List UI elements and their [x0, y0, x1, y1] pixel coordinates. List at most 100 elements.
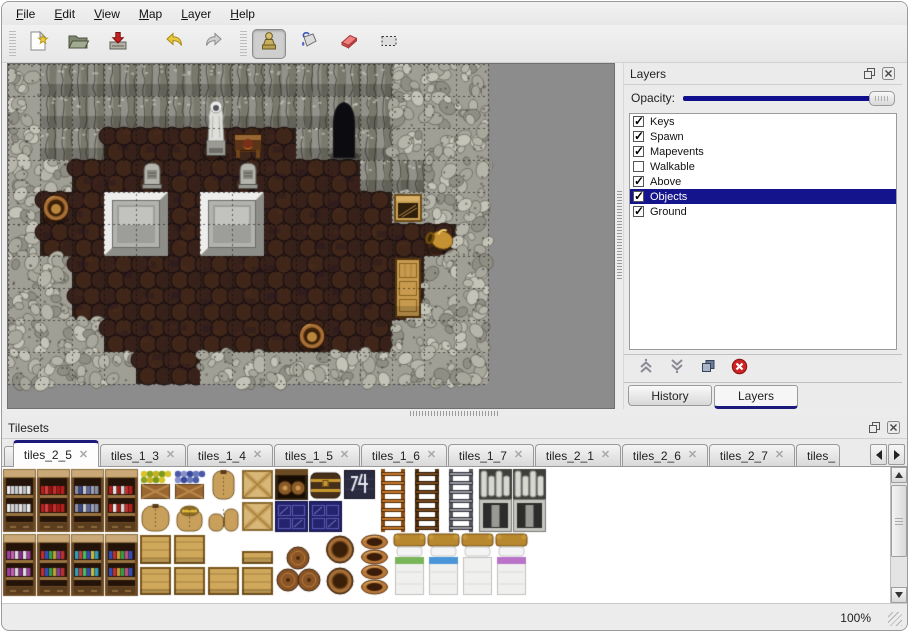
float-icon — [863, 67, 876, 80]
menu-help[interactable]: Help — [225, 5, 260, 23]
splitter-grip — [410, 411, 500, 416]
close-tab-icon[interactable] — [253, 450, 262, 461]
layer-label: Walkable — [650, 161, 695, 173]
opacity-slider-handle[interactable] — [869, 91, 895, 106]
scroll-tabs-right-button[interactable] — [888, 444, 905, 465]
map-view[interactable] — [7, 63, 615, 409]
right-arrow-icon — [894, 450, 900, 460]
layer-row[interactable]: Spawn — [630, 129, 896, 144]
scroll-up-button[interactable] — [891, 467, 907, 483]
fill-tool-button[interactable] — [292, 29, 326, 59]
tab-label: History — [651, 389, 688, 403]
menu-view[interactable]: View — [89, 5, 125, 23]
layer-visibility-checkbox[interactable] — [633, 131, 644, 142]
layer-visibility-checkbox[interactable] — [633, 206, 644, 217]
redo-button[interactable] — [197, 29, 231, 59]
layer-visibility-checkbox[interactable] — [633, 116, 644, 127]
tileset-tab[interactable]: tiles_2_6 — [622, 444, 708, 466]
left-arrow-icon — [876, 450, 882, 460]
close-tab-icon[interactable] — [775, 450, 784, 461]
horizontal-splitter[interactable] — [2, 409, 907, 417]
move-layer-up-button[interactable] — [638, 358, 654, 379]
float-panel-button[interactable] — [867, 421, 882, 435]
close-tab-icon[interactable] — [688, 450, 697, 461]
layer-label: Objects — [650, 191, 687, 203]
layer-label: Spawn — [650, 131, 684, 143]
close-tab-icon[interactable] — [79, 450, 88, 461]
layer-row[interactable]: Walkable — [630, 159, 896, 174]
up-arrow-icon — [895, 472, 903, 478]
menu-layer[interactable]: Layer — [176, 5, 216, 23]
tileset-tab[interactable]: tiles_1_4 — [187, 444, 273, 466]
delete-layer-button[interactable] — [731, 358, 748, 380]
map-canvas[interactable] — [8, 64, 615, 408]
opacity-slider-track[interactable] — [683, 96, 893, 101]
tileset-tab[interactable]: tiles_1_6 — [361, 444, 447, 466]
menu-bar: File Edit View Map Layer Help — [2, 2, 907, 25]
tileset-vertical-scrollbar[interactable] — [890, 467, 907, 603]
rect-select-tool-button[interactable] — [372, 29, 406, 59]
duplicate-layer-button[interactable] — [700, 358, 716, 379]
close-tab-icon[interactable] — [514, 450, 523, 461]
layer-row[interactable]: Keys — [630, 114, 896, 129]
close-tab-icon[interactable] — [601, 450, 610, 461]
tileset-canvas[interactable] — [2, 468, 872, 598]
down-arrow-icon — [895, 592, 903, 598]
open-file-button[interactable] — [61, 29, 95, 59]
close-panel-button[interactable] — [881, 67, 896, 81]
delete-icon — [731, 358, 748, 375]
tileset-tab[interactable]: tiles_1_3 — [100, 444, 186, 466]
stamp-tool-button[interactable] — [252, 29, 286, 59]
close-tab-icon[interactable] — [340, 450, 349, 461]
menu-file[interactable]: File — [11, 5, 40, 23]
scroll-tabs-left-button[interactable] — [870, 444, 887, 465]
tileset-view[interactable] — [2, 467, 907, 603]
tab-history[interactable]: History — [628, 385, 712, 406]
tileset-tab[interactable]: tiles_1_7 — [448, 444, 534, 466]
toolbar-drag-handle[interactable] — [240, 31, 247, 57]
tileset-tab[interactable]: tiles_2_1 — [535, 444, 621, 466]
save-file-button[interactable] — [101, 29, 135, 59]
tab-overflow-left — [4, 446, 13, 466]
status-bar: 100% — [2, 603, 907, 631]
close-icon — [882, 67, 895, 80]
menu-map[interactable]: Map — [134, 5, 167, 23]
toolbar-drag-handle[interactable] — [9, 31, 16, 57]
undo-button[interactable] — [157, 29, 191, 59]
tab-layers[interactable]: Layers — [714, 385, 798, 409]
chevrons-down-icon — [669, 358, 685, 374]
tileset-tab[interactable]: tiles_2_7 — [709, 444, 795, 466]
vertical-splitter[interactable] — [615, 63, 623, 409]
stamp-tool-icon — [257, 29, 281, 58]
layer-visibility-checkbox[interactable] — [633, 146, 644, 157]
tab-label: tiles_2_5 — [24, 448, 72, 462]
layer-row[interactable]: Objects — [630, 189, 896, 204]
layer-row[interactable]: Above — [630, 174, 896, 189]
layer-row[interactable]: Ground — [630, 204, 896, 219]
layer-label: Keys — [650, 116, 674, 128]
layer-visibility-checkbox[interactable] — [633, 161, 644, 172]
window-resize-grip[interactable] — [888, 612, 902, 626]
scrollbar-track[interactable] — [891, 483, 907, 587]
layer-visibility-checkbox[interactable] — [633, 176, 644, 187]
tab-label: Layers — [738, 389, 774, 403]
close-tab-icon[interactable] — [427, 450, 436, 461]
tileset-tab[interactable]: tiles_1_5 — [274, 444, 360, 466]
tileset-tab[interactable]: tiles_ — [796, 444, 840, 466]
tileset-tab[interactable]: tiles_2_5 — [13, 440, 99, 467]
tab-label: tiles_1_4 — [198, 449, 246, 463]
float-panel-button[interactable] — [862, 67, 877, 81]
close-tab-icon[interactable] — [166, 450, 175, 461]
opacity-slider[interactable] — [683, 90, 895, 106]
new-file-button[interactable] — [21, 29, 55, 59]
layer-row[interactable]: Mapevents — [630, 144, 896, 159]
opacity-row: Opacity: — [624, 85, 902, 111]
close-panel-button[interactable] — [886, 421, 901, 435]
scroll-down-button[interactable] — [891, 587, 907, 603]
layer-visibility-checkbox[interactable] — [633, 191, 644, 202]
move-layer-down-button[interactable] — [669, 358, 685, 379]
eraser-tool-button[interactable] — [332, 29, 366, 59]
scrollbar-thumb[interactable] — [891, 485, 907, 557]
menu-edit[interactable]: Edit — [49, 5, 80, 23]
tilesets-panel-title: Tilesets — [8, 421, 863, 435]
